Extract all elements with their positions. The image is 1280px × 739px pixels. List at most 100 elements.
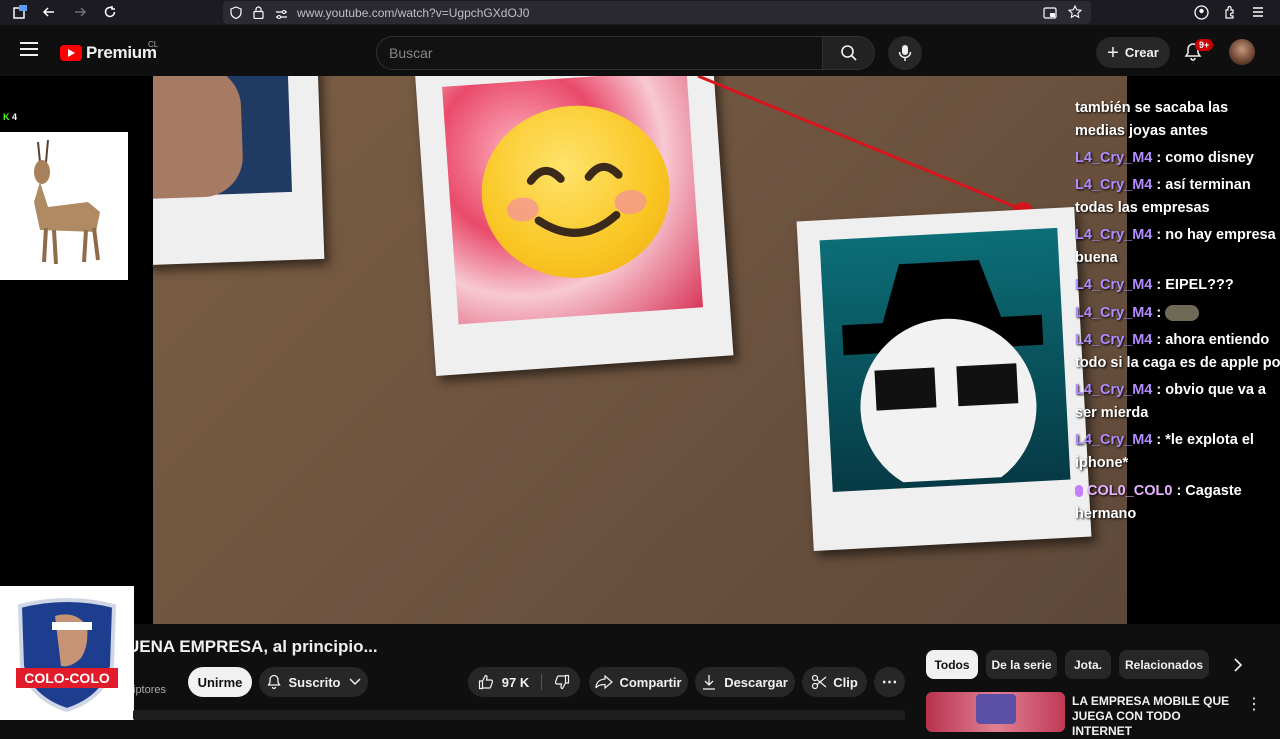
browser-toolbar: www.youtube.com/watch?v=UgpchGXdOJ0 <box>0 0 1280 25</box>
back-icon[interactable] <box>39 2 59 22</box>
chat-message: L4_Cry_M4 : como disney <box>1075 150 1254 166</box>
like-dislike-group: 97 K <box>468 667 580 697</box>
chat-message: L4_Cry_M4 : no hay empresa <box>1075 227 1276 243</box>
chip-relacionados[interactable]: Relacionados <box>1119 650 1209 679</box>
youtube-header: Premium CL Buscar + Crear 9+ <box>0 25 1280 76</box>
chat-message: iphone* <box>1075 455 1129 471</box>
video-player[interactable] <box>153 76 1127 624</box>
channel-subscribers: iptores <box>133 684 167 696</box>
bell-icon <box>267 674 282 690</box>
lock-icon[interactable] <box>253 6 264 24</box>
search-icon <box>840 45 857 61</box>
more-actions-button[interactable]: ⋯ <box>874 667 905 697</box>
forward-icon[interactable] <box>70 2 90 22</box>
chat-message: L4_Cry_M4 : <box>1075 302 1280 325</box>
chat-username: L4_Cry_M4 <box>1075 305 1153 321</box>
chevron-down-icon <box>348 678 361 686</box>
chat-username: L4_Cry_M4 <box>1075 332 1153 348</box>
clip-label: Clip <box>833 674 858 690</box>
picture-in-picture-icon[interactable] <box>1043 6 1057 24</box>
related-video-thumbnail[interactable] <box>926 692 1065 732</box>
user-avatar[interactable] <box>1229 39 1255 65</box>
chat-username: L4_Cry_M4 <box>1075 227 1153 243</box>
chat-message: L4_Cry_M4 : *le explota el <box>1075 432 1254 448</box>
related-video-title[interactable]: LA EMPRESA MOBILE QUE JUEGA CON TODO INT… <box>1072 694 1242 739</box>
address-bar[interactable]: www.youtube.com/watch?v=UgpchGXdOJ0 <box>223 1 1091 24</box>
chevron-right-icon[interactable] <box>1233 658 1243 677</box>
share-label: Compartir <box>619 674 682 690</box>
url-text[interactable]: www.youtube.com/watch?v=UgpchGXdOJ0 <box>297 6 529 20</box>
chip-todos[interactable]: Todos <box>926 650 978 679</box>
chat-message: hermano <box>1075 506 1137 522</box>
chat-message: L4_Cry_M4 : ahora entiendo <box>1075 332 1270 348</box>
chat-username: L4_Cry_M4 <box>1075 177 1153 193</box>
youtube-logo[interactable]: Premium CL <box>60 40 159 63</box>
clip-button[interactable]: Clip <box>802 667 867 697</box>
chat-message: L4_Cry_M4 : obvio que va a <box>1075 382 1266 398</box>
chat-message: ser mierda <box>1075 405 1149 421</box>
subscribed-label: Suscrito <box>288 674 341 690</box>
chat-username: L4_Cry_M4 <box>1075 150 1153 166</box>
chip-jota[interactable]: Jota. <box>1065 650 1111 679</box>
bookmark-star-icon[interactable] <box>1067 4 1083 24</box>
chip-de-la-serie[interactable]: De la serie <box>986 650 1057 679</box>
tab-view-icon[interactable] <box>10 2 30 22</box>
like-count: 97 K <box>501 674 530 690</box>
hacker-polaroid <box>796 206 1092 552</box>
share-button[interactable]: Compartir <box>589 667 688 697</box>
notification-count-badge: 9+ <box>1195 39 1214 51</box>
kick-logo-icon: K <box>3 112 10 122</box>
download-label: Descargar <box>724 674 788 690</box>
user-badge-icon <box>1075 485 1083 498</box>
create-button[interactable]: + Crear <box>1096 37 1170 68</box>
chat-message: COL0_COL0 : Cagaste <box>1075 480 1280 503</box>
create-label: Crear <box>1124 45 1159 60</box>
extensions-icon[interactable] <box>1220 2 1240 22</box>
plus-icon: + <box>1107 41 1119 64</box>
chat-message: todo si la caga es de apple po <box>1075 355 1280 371</box>
chat-message: L4_Cry_M4 : EIPEL??? <box>1075 277 1234 293</box>
chat-message: medias joyas antes <box>1075 123 1208 139</box>
permissions-icon[interactable] <box>275 7 288 25</box>
thumbs-down-icon <box>555 674 570 690</box>
reload-icon[interactable] <box>100 2 120 22</box>
browser-menu-icon[interactable] <box>1248 2 1268 22</box>
video-title: UENA EMPRESA, al principio... <box>127 637 378 656</box>
incognito-icon <box>828 236 1062 495</box>
download-button[interactable]: Descargar <box>695 667 795 697</box>
chat-message: todas las empresas <box>1075 200 1210 216</box>
account-icon[interactable] <box>1191 2 1211 22</box>
download-icon <box>703 675 716 690</box>
shield-icon[interactable] <box>230 6 242 24</box>
viewer-count: 4 <box>12 112 18 122</box>
chat-username: L4_Cry_M4 <box>1075 277 1153 293</box>
chat-message: L4_Cry_M4 : así terminan <box>1075 177 1251 193</box>
colo-colo-label: COLO-COLO <box>24 670 110 686</box>
chat-message: también se sacaba las <box>1075 100 1229 116</box>
more-vertical-icon[interactable]: ⋮ <box>1246 694 1262 714</box>
join-button[interactable]: Unirme <box>188 667 252 697</box>
search-button[interactable] <box>822 36 875 70</box>
chat-message: buena <box>1075 250 1118 266</box>
voice-search-button[interactable] <box>888 36 922 70</box>
search-input[interactable]: Buscar <box>376 36 823 70</box>
description-box-edge <box>133 710 905 720</box>
chat-username: COL0_COL0 <box>1087 483 1173 499</box>
microphone-icon <box>898 45 912 61</box>
hamburger-menu-icon[interactable] <box>20 42 38 56</box>
like-button[interactable]: 97 K <box>478 674 543 690</box>
dislike-button[interactable] <box>542 674 570 690</box>
chat-username: L4_Cry_M4 <box>1075 432 1153 448</box>
country-code: CL <box>148 40 159 49</box>
thumbs-up-icon <box>478 674 493 690</box>
colo-colo-badge: COLO-COLO <box>0 586 134 720</box>
youtube-play-icon <box>60 45 82 61</box>
deer-image <box>0 132 128 280</box>
chat-username: L4_Cry_M4 <box>1075 382 1153 398</box>
more-horizontal-icon: ⋯ <box>881 674 898 691</box>
chat-emote-icon <box>1165 305 1200 322</box>
subscribed-button[interactable]: Suscrito <box>259 667 368 697</box>
brand-label: Premium <box>86 43 157 62</box>
kick-viewer-count: K 4 <box>3 112 17 122</box>
scissors-icon <box>812 674 827 690</box>
